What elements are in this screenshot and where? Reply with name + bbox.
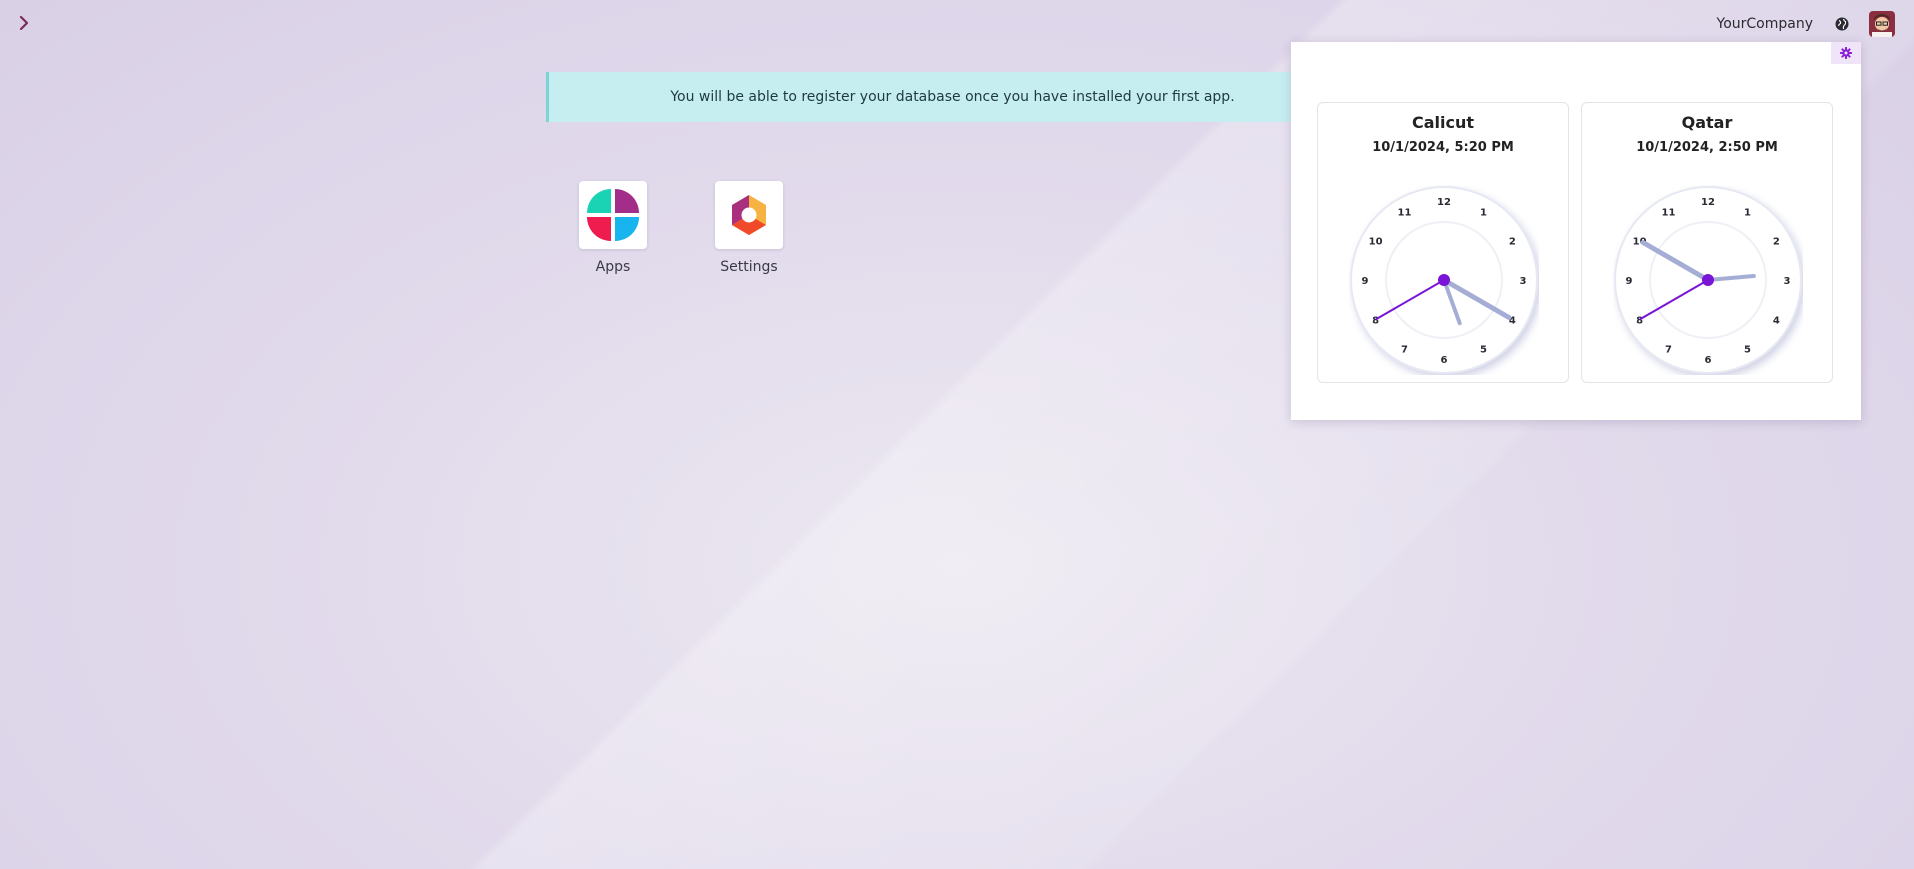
clock-number: 9 [1362,276,1369,287]
clock-number: 3 [1784,276,1791,287]
clock-city: Qatar [1681,113,1733,132]
app-tile-settings[interactable]: Settings [713,181,785,275]
app-label-apps: Apps [595,259,631,275]
banner-text: You will be able to register your databa… [670,89,1235,105]
clock-number: 6 [1441,355,1448,366]
clock-datetime: 10/1/2024, 5:20 PM [1372,140,1514,155]
clock-number: 7 [1665,344,1672,355]
clock-number: 6 [1705,355,1712,366]
clock-center-pin [1702,274,1714,286]
clock-number: 12 [1437,197,1451,208]
clock-number: 10 [1369,237,1383,248]
clock-number: 2 [1773,237,1780,248]
globe-icon[interactable] [1835,17,1849,31]
clock-number: 12 [1701,197,1715,208]
clock-number: 1 [1480,208,1487,219]
register-database-banner: You will be able to register your databa… [546,72,1356,122]
chevron-right-icon [19,16,29,30]
clock-center-pin [1438,274,1450,286]
clock-card-calicut: Calicut 10/1/2024, 5:20 PM 12 1 2 3 4 5 6 7 8 9 10… [1317,102,1569,383]
clock-card-qatar: Qatar 10/1/2024, 2:50 PM 12 1 2 3 4 5 6 7 8 9 10 11 [1581,102,1833,383]
clock-settings-button[interactable] [1831,42,1861,64]
top-right-header: YourCompany [1717,0,1914,47]
sidebar-toggle-button[interactable] [14,12,34,34]
gear-icon [1840,47,1852,59]
clock-number: 1 [1744,208,1751,219]
clock-number: 11 [1398,208,1412,219]
clock-number: 3 [1520,276,1527,287]
world-clock-panel: Calicut 10/1/2024, 5:20 PM 12 1 2 3 4 5 6 7 8 9 10… [1291,42,1861,420]
clock-number: 2 [1509,237,1516,248]
company-switcher[interactable]: YourCompany [1717,16,1814,32]
clock-number: 7 [1401,344,1408,355]
analog-clock: 121234567891011 [1350,186,1538,374]
clock-number: 9 [1626,276,1633,287]
clock-number: 11 [1662,208,1676,219]
clock-city: Calicut [1411,113,1475,132]
analog-clock: 121234567891011 [1614,186,1802,374]
app-tile-apps[interactable]: Apps [577,181,649,275]
clock-number: 5 [1744,344,1751,355]
app-label-settings: Settings [720,259,778,275]
clock-number: 4 [1773,316,1780,327]
user-avatar[interactable] [1869,10,1895,37]
apps-icon [579,181,647,249]
clock-number: 5 [1480,344,1487,355]
settings-icon [715,181,783,249]
clock-datetime: 10/1/2024, 2:50 PM [1636,140,1778,155]
